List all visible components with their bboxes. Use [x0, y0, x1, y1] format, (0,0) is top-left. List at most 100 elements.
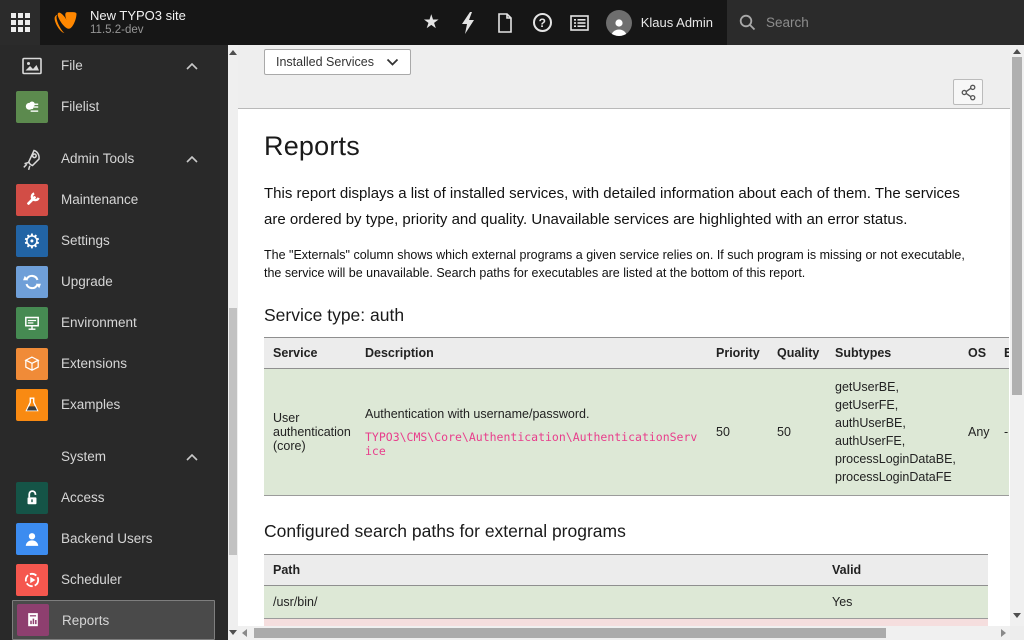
star-icon: ★ [422, 11, 440, 33]
group-label: System [61, 449, 107, 464]
scroll-up-arrow[interactable] [229, 50, 237, 55]
path-valid-cell [823, 618, 988, 626]
service-name-cell: User authentication (core) [264, 368, 356, 496]
search-input[interactable] [766, 15, 966, 30]
content-area: Installed Services Reports This report d… [238, 45, 1010, 640]
site-home-button[interactable]: New TYPO3 site 11.5.2-dev [40, 0, 198, 45]
site-title: New TYPO3 site [90, 7, 186, 23]
report-intro-text: This report displays a list of installed… [264, 185, 960, 228]
rocket-icon [16, 143, 48, 175]
service-externals-cell: - [995, 368, 1009, 496]
sidebar-item-upgrade[interactable]: Upgrade [0, 261, 228, 302]
padlock-icon [16, 481, 48, 514]
sidebar-group-admin-tools[interactable]: Admin Tools [0, 138, 228, 179]
typo3-logo-icon [54, 11, 77, 33]
col-os: OS [959, 337, 995, 369]
service-type-heading: Service type: auth [264, 305, 405, 325]
service-subtypes-cell: getUserBE, getUserFE, authUserBE, authUs… [826, 368, 959, 496]
vertical-scrollbar[interactable] [1010, 45, 1024, 626]
col-path: Path [264, 554, 823, 586]
sidebar-item-access[interactable]: Access [0, 477, 228, 518]
scroll-down-arrow[interactable] [229, 630, 237, 635]
top-bar: New TYPO3 site 11.5.2-dev ★ ? Klaus Admi… [0, 0, 1024, 45]
module-label: Filelist [61, 99, 100, 114]
sidebar-item-extensions[interactable]: Extensions [0, 343, 228, 384]
sidebar-group-file[interactable]: File [0, 45, 228, 86]
sidebar-group-system[interactable]: System [0, 436, 228, 477]
module-label: Maintenance [61, 192, 139, 207]
sidebar-item-backend-users[interactable]: Backend Users [0, 518, 228, 559]
col-priority: Priority [707, 337, 768, 369]
module-group-file: File Filelist [0, 45, 228, 127]
sidebar-item-settings[interactable]: ⚙ Settings [0, 220, 228, 261]
lightning-bolt-icon [462, 11, 475, 34]
path-valid-cell: Yes [823, 585, 988, 619]
service-priority-cell: 50 [707, 368, 768, 496]
module-group-admin-tools: Admin Tools Maintenance ⚙ Settings Upgra… [0, 138, 228, 425]
user-icon [16, 522, 48, 555]
search-icon [739, 14, 756, 31]
module-label: Access [61, 490, 105, 505]
service-description: Authentication with username/password. [365, 406, 590, 421]
scroll-left-arrow[interactable] [242, 629, 247, 637]
cube-icon [16, 347, 48, 380]
share-button[interactable] [953, 79, 983, 105]
module-label: Scheduler [61, 572, 122, 587]
horizontal-scrollbar[interactable] [238, 626, 1010, 640]
scroll-right-arrow[interactable] [1001, 629, 1006, 637]
help-icon: ? [532, 13, 552, 32]
module-label: Settings [61, 233, 110, 248]
sidebar-item-filelist[interactable]: Filelist [0, 86, 228, 127]
report-chart-icon [17, 604, 49, 636]
chevron-up-icon [186, 150, 198, 168]
sidebar-item-maintenance[interactable]: Maintenance [0, 179, 228, 220]
installed-services-table: Service Description Priority Quality Sub… [264, 337, 1009, 496]
col-service: Service [264, 337, 356, 369]
modules-grid-icon [10, 13, 30, 32]
report-selector-label: Installed Services [276, 55, 374, 69]
group-label: Admin Tools [61, 151, 135, 166]
path-row-partial [264, 618, 988, 626]
module-label: Upgrade [61, 274, 113, 289]
module-label: Environment [61, 315, 137, 330]
clear-cache-button[interactable] [450, 0, 487, 45]
sidebar-item-scheduler[interactable]: Scheduler [0, 559, 228, 600]
sidebar-item-examples[interactable]: Examples [0, 384, 228, 425]
wrench-icon [16, 183, 48, 216]
module-label: Backend Users [61, 531, 153, 546]
bookmarks-button[interactable]: ★ [413, 0, 450, 45]
page-title: Reports [264, 131, 360, 161]
report-selector-dropdown[interactable]: Installed Services [264, 49, 411, 75]
filelist-icon [16, 90, 48, 123]
service-quality-cell: 50 [768, 368, 826, 496]
scheduler-play-icon [16, 563, 48, 596]
col-quality: Quality [768, 337, 826, 369]
service-class-name: TYPO3\CMS\Core\Authentication\Authentica… [365, 429, 698, 458]
services-table-container: Service Description Priority Quality Sub… [264, 337, 1009, 496]
col-externals: Externals [995, 337, 1009, 369]
service-description-cell: Authentication with username/password. T… [356, 368, 707, 496]
username-label: Klaus Admin [640, 15, 713, 30]
report-note-text: The "Externals" column shows which exter… [264, 248, 965, 280]
open-document-button[interactable] [487, 0, 524, 45]
sidebar-item-reports[interactable]: Reports [12, 600, 215, 640]
user-menu-button[interactable]: Klaus Admin [598, 0, 727, 45]
scrollbar-corner [1010, 626, 1024, 640]
horizontal-scrollbar-thumb[interactable] [254, 628, 886, 638]
modules-menu-button[interactable] [0, 0, 40, 45]
search-bar [727, 0, 1024, 45]
sidebar-item-environment[interactable]: Environment [0, 302, 228, 343]
refresh-arrows-icon [16, 265, 48, 298]
scroll-up-arrow[interactable] [1013, 49, 1021, 54]
help-button[interactable]: ? [524, 0, 561, 45]
sidebar-scrollbar-thumb[interactable] [229, 308, 237, 555]
scroll-down-arrow[interactable] [1013, 613, 1021, 618]
system-information-button[interactable] [561, 0, 598, 45]
vertical-scrollbar-thumb[interactable] [1012, 57, 1022, 395]
search-paths-heading: Configured search paths for external pro… [264, 521, 626, 541]
chevron-up-icon [186, 57, 198, 75]
gear-outline-icon [16, 441, 48, 473]
module-sidebar: File Filelist Admin Tools Maintenance ⚙ … [0, 45, 228, 640]
sidebar-scrollbar[interactable] [228, 45, 238, 640]
